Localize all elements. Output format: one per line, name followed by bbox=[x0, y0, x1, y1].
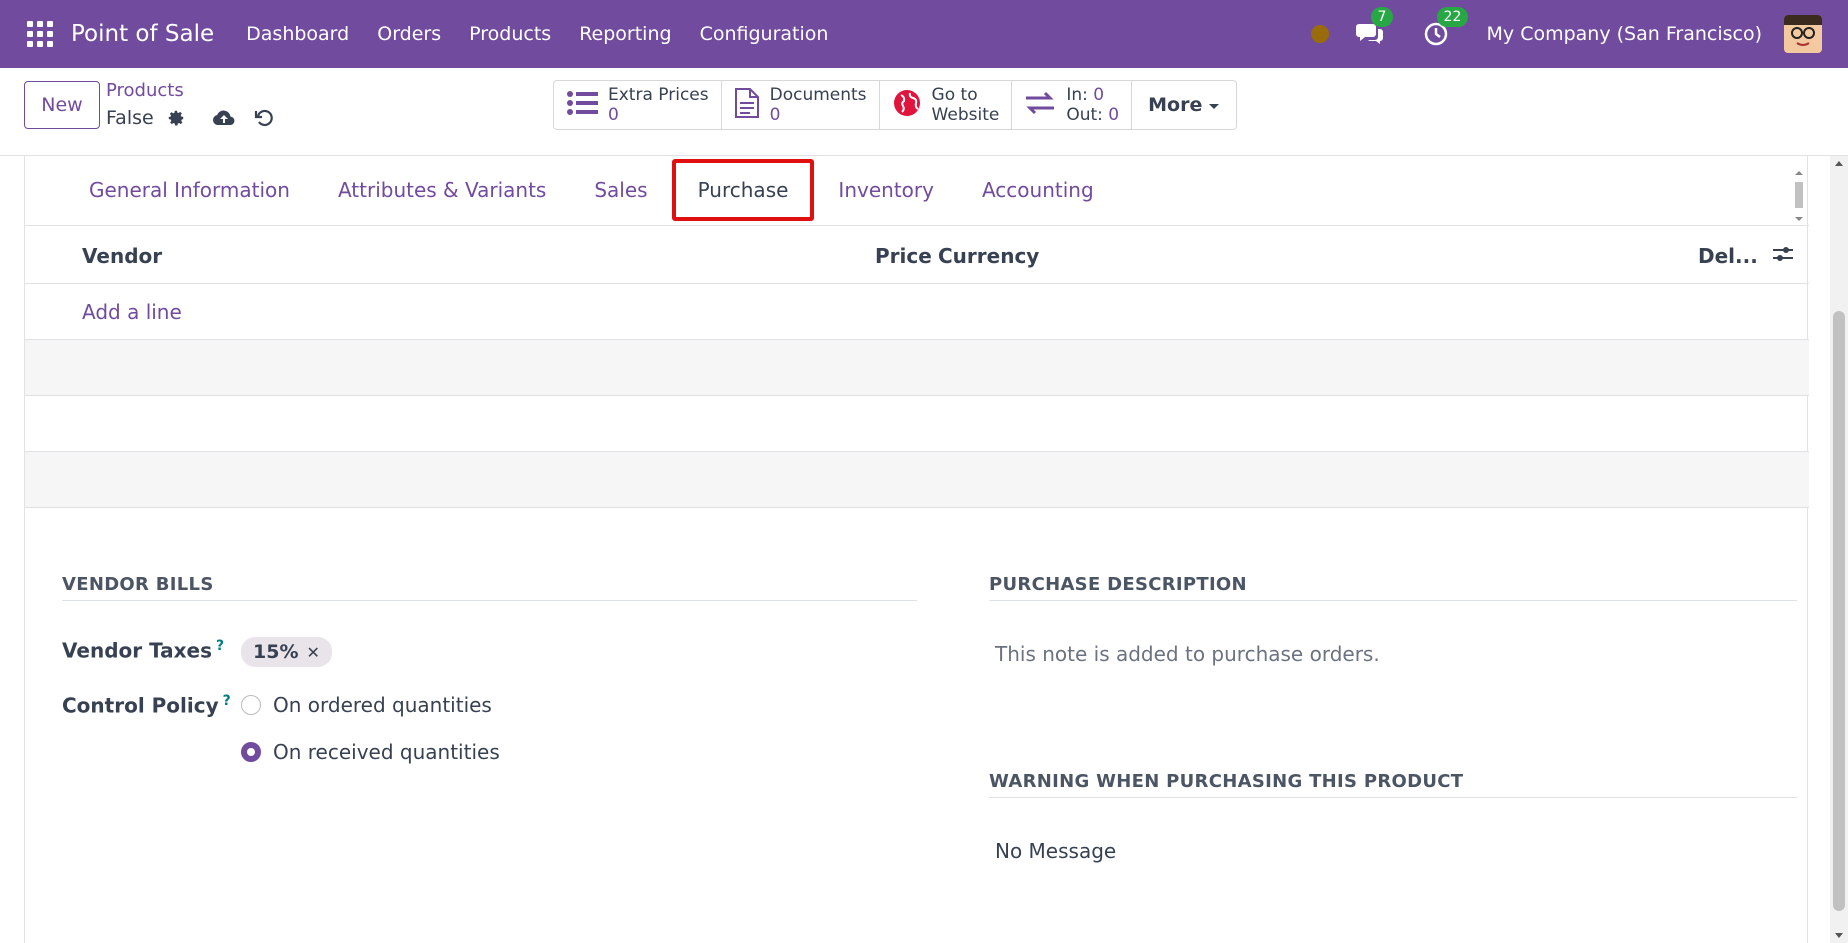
purchase-warning-divider bbox=[989, 797, 1797, 798]
messages-badge: 7 bbox=[1370, 7, 1394, 27]
tab-general-information[interactable]: General Information bbox=[65, 155, 314, 225]
radio-received-label: On received quantities bbox=[273, 740, 500, 764]
purchase-warning-select[interactable]: No Message bbox=[995, 839, 1116, 863]
menu-dashboard[interactable]: Dashboard bbox=[232, 23, 363, 45]
tab-attributes-variants[interactable]: Attributes & Variants bbox=[314, 155, 570, 225]
more-label: More bbox=[1148, 94, 1203, 116]
user-avatar[interactable] bbox=[1784, 15, 1822, 53]
help-icon[interactable]: ? bbox=[223, 693, 231, 709]
out-label: Out: bbox=[1066, 105, 1103, 125]
extra-prices-value: 0 bbox=[608, 105, 619, 125]
page-scrollbar[interactable] bbox=[1830, 156, 1848, 943]
in-label: In: bbox=[1066, 85, 1088, 105]
column-vendor[interactable]: Vendor bbox=[82, 244, 162, 268]
record-name: False bbox=[106, 107, 154, 129]
app-name[interactable]: Point of Sale bbox=[71, 21, 214, 47]
list-icon bbox=[566, 90, 598, 120]
page-scrollbar-thumb[interactable] bbox=[1833, 311, 1845, 911]
help-icon[interactable]: ? bbox=[216, 638, 224, 654]
document-icon bbox=[734, 87, 760, 123]
stock-moves-button[interactable]: In: 0 Out: 0 bbox=[1012, 81, 1133, 129]
extra-prices-button[interactable]: Extra Prices 0 bbox=[554, 81, 722, 129]
breadcrumb-products[interactable]: Products bbox=[106, 80, 184, 101]
tabs-scrollbar[interactable] bbox=[1792, 168, 1806, 224]
optional-columns-icon[interactable] bbox=[1772, 244, 1794, 269]
discard-undo-icon[interactable] bbox=[252, 106, 276, 130]
control-panel: New Products False Extra Prices 0 Docume… bbox=[0, 68, 1848, 156]
caret-down-icon bbox=[1208, 94, 1220, 116]
radio-ordered-label: On ordered quantities bbox=[273, 693, 492, 717]
purchase-description-divider bbox=[989, 600, 1797, 601]
column-currency[interactable]: Currency bbox=[938, 244, 1039, 268]
vendor-table-header: Vendor Price Currency Del... bbox=[25, 226, 1809, 284]
tax-tag-label: 15% bbox=[253, 641, 299, 663]
extra-prices-label: Extra Prices bbox=[608, 85, 709, 105]
column-price[interactable]: Price bbox=[875, 244, 932, 268]
add-line-link[interactable]: Add a line bbox=[82, 300, 182, 324]
documents-value: 0 bbox=[769, 105, 781, 125]
vendor-bills-title: VENDOR BILLS bbox=[62, 574, 214, 595]
menu-products[interactable]: Products bbox=[455, 23, 565, 45]
status-indicator-icon[interactable] bbox=[1310, 25, 1329, 43]
in-value: 0 bbox=[1093, 85, 1105, 105]
website-label-2: Website bbox=[931, 105, 1000, 125]
purchase-description-title: PURCHASE DESCRIPTION bbox=[989, 574, 1247, 595]
vendor-taxes-label: Vendor Taxes? bbox=[62, 638, 225, 663]
exchange-arrows-icon bbox=[1024, 90, 1056, 120]
more-dropdown-button[interactable]: More bbox=[1132, 81, 1236, 129]
apps-menu-icon[interactable] bbox=[25, 19, 55, 49]
menu-orders[interactable]: Orders bbox=[363, 23, 455, 45]
remove-tag-icon[interactable]: ✕ bbox=[306, 643, 319, 662]
form-sheet: General Information Attributes & Variant… bbox=[24, 156, 1809, 943]
activities-clock-icon[interactable]: 22 bbox=[1421, 7, 1469, 49]
table-row: Add a line bbox=[25, 284, 1809, 340]
documents-label: Documents bbox=[769, 85, 867, 105]
gear-icon[interactable] bbox=[164, 106, 188, 130]
smart-buttons-group: Extra Prices 0 Documents 0 Go to Website bbox=[553, 80, 1238, 130]
column-delivery[interactable]: Del... bbox=[1698, 244, 1758, 268]
purchase-warning-title: WARNING WHEN PURCHASING THIS PRODUCT bbox=[989, 771, 1464, 792]
tab-inventory[interactable]: Inventory bbox=[814, 155, 958, 225]
radio-ordered-quantities[interactable]: On ordered quantities bbox=[241, 693, 492, 717]
control-policy-label: Control Policy? bbox=[62, 693, 231, 718]
radio-button-checked[interactable] bbox=[241, 742, 261, 762]
notebook-tabs: General Information Attributes & Variant… bbox=[25, 156, 1809, 226]
radio-button[interactable] bbox=[241, 695, 261, 715]
vendor-bills-divider bbox=[62, 600, 917, 601]
top-navbar: Point of Sale Dashboard Orders Products … bbox=[0, 0, 1848, 68]
globe-icon bbox=[892, 88, 922, 122]
out-value: 0 bbox=[1108, 105, 1120, 125]
messages-icon[interactable]: 7 bbox=[1355, 7, 1394, 49]
tab-purchase[interactable]: Purchase bbox=[671, 159, 815, 221]
website-label-1: Go to bbox=[931, 85, 978, 105]
menu-configuration[interactable]: Configuration bbox=[686, 23, 843, 45]
new-button[interactable]: New bbox=[24, 81, 100, 129]
record-title: False bbox=[106, 106, 276, 130]
radio-received-quantities[interactable]: On received quantities bbox=[241, 740, 500, 764]
table-row bbox=[25, 452, 1809, 508]
table-row bbox=[25, 396, 1809, 452]
tab-sales[interactable]: Sales bbox=[570, 155, 671, 225]
purchase-description-field[interactable]: This note is added to purchase orders. bbox=[995, 642, 1380, 666]
company-switcher[interactable]: My Company (San Francisco) bbox=[1487, 23, 1762, 45]
activities-badge: 22 bbox=[1436, 7, 1469, 27]
cloud-upload-icon[interactable] bbox=[212, 106, 236, 130]
tab-accounting[interactable]: Accounting bbox=[958, 155, 1118, 225]
table-row bbox=[25, 340, 1809, 396]
tax-tag[interactable]: 15% ✕ bbox=[241, 637, 332, 667]
documents-button[interactable]: Documents 0 bbox=[722, 81, 880, 129]
go-to-website-button[interactable]: Go to Website bbox=[880, 81, 1013, 129]
menu-reporting[interactable]: Reporting bbox=[565, 23, 685, 45]
